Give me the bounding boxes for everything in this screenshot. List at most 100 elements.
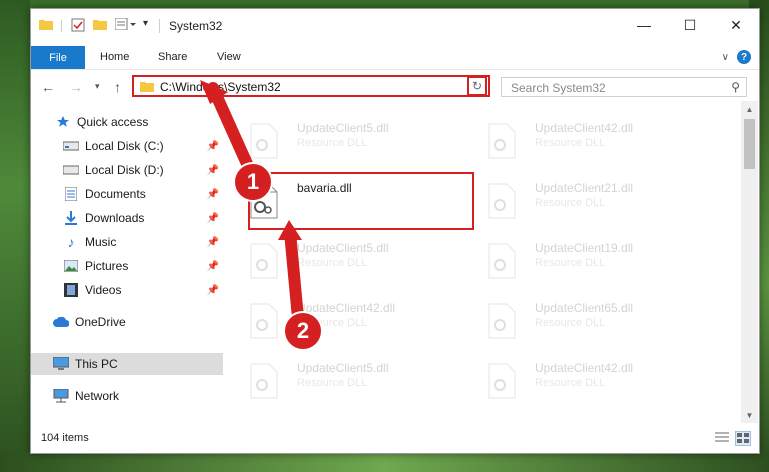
pin-icon[interactable]: 📌 (207, 189, 219, 200)
ribbon-controls: ∨ ? (722, 50, 751, 64)
file-name: UpdateClient5.dll (297, 241, 389, 255)
title-separator-2 (159, 19, 160, 33)
list-item[interactable]: UpdateClient42.dll Resource DLL (465, 113, 695, 163)
sidebar-item-label: Documents (85, 187, 146, 201)
file-type: Resource DLL (297, 257, 368, 269)
refresh-button[interactable]: ↻ (467, 76, 487, 96)
dll-file-icon (488, 303, 516, 339)
sidebar-item-local-disk-d[interactable]: Local Disk (D:) 📌 (31, 159, 223, 181)
downloads-icon (63, 210, 79, 226)
tab-share[interactable]: Share (158, 51, 187, 63)
dll-file-icon (488, 123, 516, 159)
file-type: Resource DLL (535, 317, 606, 329)
list-item[interactable]: UpdateClient21.dll Resource DLL (465, 173, 695, 223)
customize-toolbar-icon[interactable] (114, 17, 139, 33)
file-name: UpdateClient19.dll (535, 241, 634, 255)
expand-ribbon-icon[interactable]: ∨ (722, 52, 729, 63)
new-folder-icon[interactable] (93, 18, 107, 33)
step-marker-2: 2 (283, 311, 323, 351)
tab-file[interactable]: File (31, 46, 85, 69)
pin-icon[interactable]: 📌 (207, 165, 219, 176)
list-item[interactable]: UpdateClient5.dll Resource DLL (227, 353, 457, 403)
close-button[interactable]: ✕ (713, 9, 759, 41)
sidebar-item-label: Pictures (85, 259, 129, 273)
list-item[interactable]: UpdateClient42.dll Resource DLL (465, 353, 695, 403)
window-title: System32 (169, 19, 223, 33)
tab-home[interactable]: Home (100, 51, 129, 63)
drive-icon (63, 138, 79, 154)
file-type: Resource DLL (297, 137, 368, 149)
pin-icon[interactable]: 📌 (207, 261, 219, 272)
sidebar-item-videos[interactable]: Videos 📌 (31, 279, 223, 301)
pin-icon[interactable]: 📌 (207, 213, 219, 224)
search-icon: ⚲ (731, 80, 740, 94)
sidebar-item-label: Quick access (77, 115, 149, 129)
videos-icon (63, 282, 79, 298)
file-type: Resource DLL (297, 377, 368, 389)
list-item[interactable]: UpdateClient42.dll Resource DLL (227, 293, 457, 343)
sidebar-item-downloads[interactable]: Downloads 📌 (31, 207, 223, 229)
file-name: UpdateClient21.dll (535, 181, 634, 195)
sidebar-item-this-pc[interactable]: This PC (31, 353, 223, 375)
pin-icon[interactable]: 📌 (207, 141, 219, 152)
file-name: UpdateClient65.dll (535, 301, 634, 315)
list-item[interactable]: UpdateClient65.dll Resource DLL (465, 293, 695, 343)
dll-file-icon (250, 363, 278, 399)
file-name: UpdateClient42.dll (535, 361, 634, 375)
maximize-button[interactable]: ☐ (667, 9, 713, 41)
sidebar-item-label: Music (85, 235, 117, 249)
recent-locations-icon[interactable]: ▾ (95, 81, 100, 92)
file-type: Resource DLL (535, 377, 606, 389)
file-type: Resource DLL (535, 137, 606, 149)
computer-icon (53, 356, 69, 372)
sidebar-item-network[interactable]: Network (31, 385, 223, 407)
pictures-icon (63, 258, 79, 274)
list-item[interactable]: UpdateClient5.dll Resource DLL (227, 113, 457, 163)
pin-icon[interactable]: 📌 (207, 285, 219, 296)
scrollbar-thumb[interactable] (744, 119, 755, 169)
sidebar-item-pictures[interactable]: Pictures 📌 (31, 255, 223, 277)
folder-icon (39, 18, 53, 33)
address-bar[interactable]: C:\Windows\System32 ∨ (132, 75, 490, 97)
file-explorer-window: ▾ System32 — ☐ ✕ File Home Share View ∨ … (30, 8, 760, 454)
scroll-down-icon[interactable]: ▼ (741, 407, 758, 423)
minimize-button[interactable]: — (621, 9, 667, 41)
scroll-up-icon[interactable]: ▲ (741, 101, 758, 117)
list-item[interactable]: UpdateClient5.dll Resource DLL (227, 233, 457, 283)
tiles-view-icon[interactable] (735, 431, 751, 446)
search-placeholder: Search System32 (511, 81, 606, 95)
forward-arrow-icon[interactable]: → (69, 79, 83, 95)
network-icon (53, 388, 69, 404)
chevron-down-icon[interactable]: ▾ (143, 18, 148, 29)
sidebar-item-music[interactable]: ♪ Music 📌 (31, 231, 223, 253)
vertical-scrollbar[interactable]: ▲ ▼ (741, 101, 758, 423)
folder-icon (140, 80, 154, 95)
drive-icon (63, 162, 79, 178)
search-input[interactable]: Search System32 ⚲ (501, 77, 747, 97)
sidebar-item-documents[interactable]: Documents 📌 (31, 183, 223, 205)
file-name: UpdateClient42.dll (535, 121, 634, 135)
up-arrow-icon[interactable]: ↑ (114, 79, 121, 95)
dll-file-icon (250, 303, 278, 339)
step-marker-1: 1 (233, 162, 273, 202)
sidebar-item-local-disk-c[interactable]: Local Disk (C:) 📌 (31, 135, 223, 157)
sidebar-item-onedrive[interactable]: OneDrive (31, 311, 223, 333)
details-view-icon[interactable] (715, 431, 729, 446)
star-icon (55, 114, 71, 130)
sidebar-item-quick-access[interactable]: Quick access (31, 111, 223, 133)
back-arrow-icon[interactable]: ← (41, 79, 55, 95)
desktop-wallpaper-left (0, 0, 30, 472)
title-bar: ▾ System32 — ☐ ✕ (31, 9, 759, 41)
sidebar-item-label: Local Disk (C:) (85, 139, 164, 153)
properties-icon[interactable] (71, 18, 85, 35)
cloud-icon (53, 314, 69, 330)
pin-icon[interactable]: 📌 (207, 237, 219, 248)
dll-file-icon (250, 123, 278, 159)
sidebar-item-label: Downloads (85, 211, 145, 225)
file-type: Resource DLL (535, 257, 606, 269)
sidebar-item-label: Videos (85, 283, 122, 297)
list-item[interactable]: UpdateClient19.dll Resource DLL (465, 233, 695, 283)
help-icon[interactable]: ? (737, 50, 751, 64)
tab-view[interactable]: View (217, 51, 241, 63)
dll-file-icon (488, 243, 516, 279)
